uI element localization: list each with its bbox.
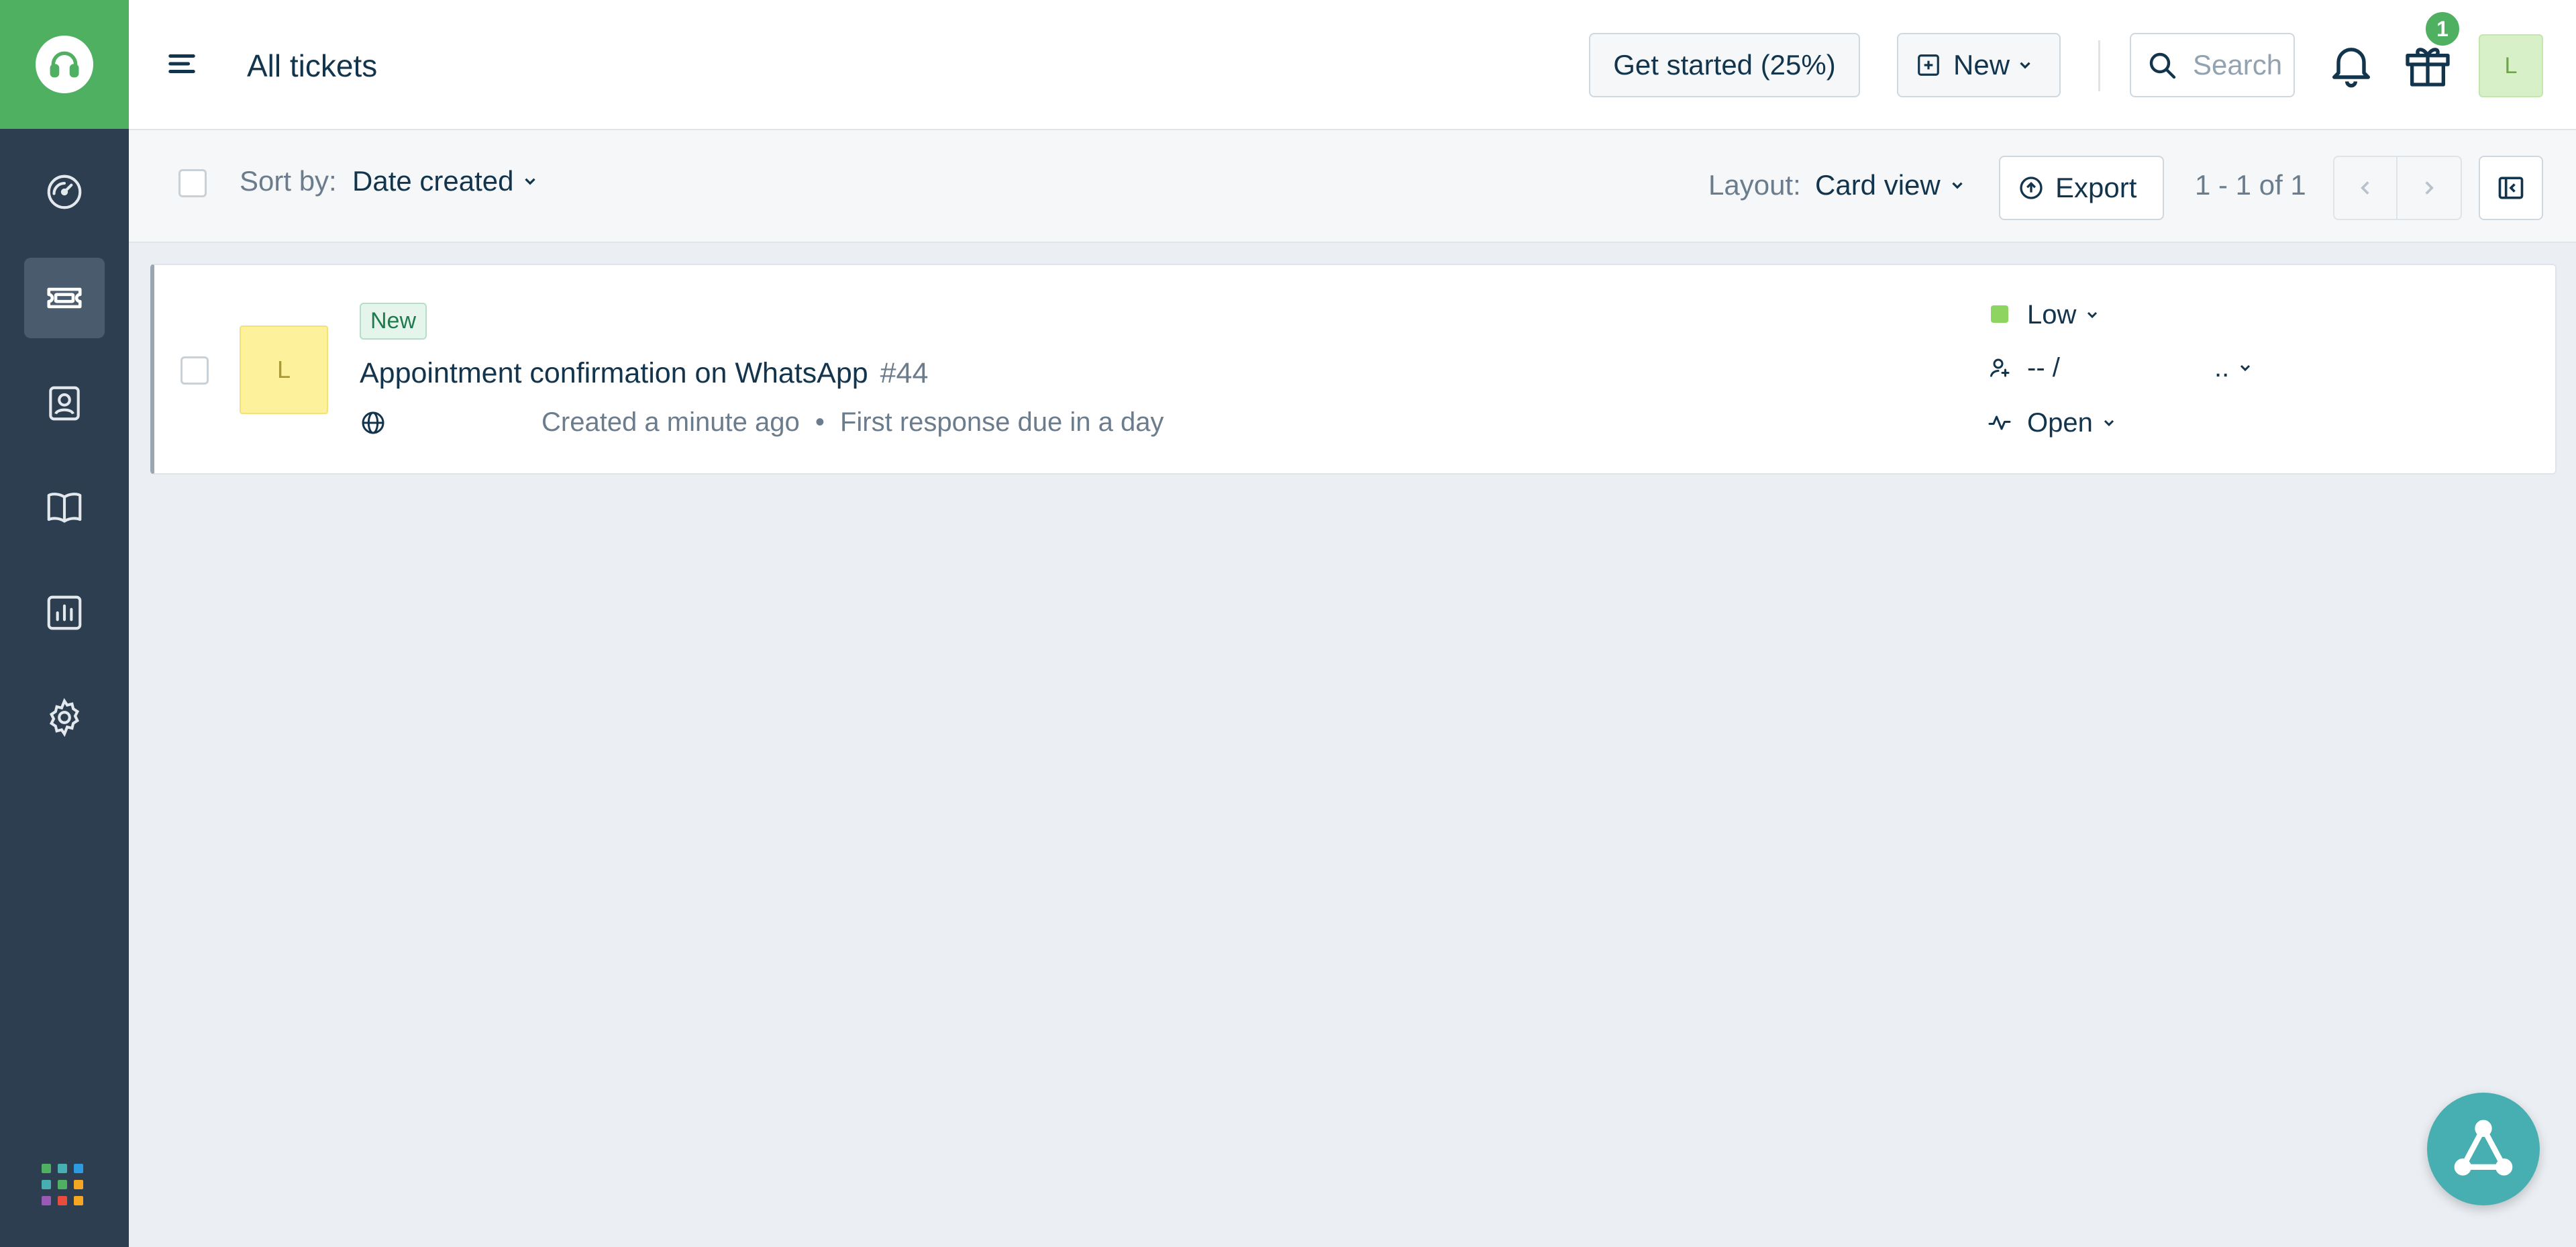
tickets-icon bbox=[47, 287, 82, 309]
search-input[interactable]: Search bbox=[2130, 33, 2295, 97]
layout-label: Layout: bbox=[1708, 169, 1801, 201]
ticket-id: #44 bbox=[880, 357, 929, 389]
status-dropdown[interactable]: Open bbox=[2027, 405, 2117, 440]
user-avatar[interactable]: L bbox=[2479, 34, 2543, 97]
pagination-text: 1 - 1 of 1 bbox=[2195, 169, 2306, 201]
requester-avatar[interactable]: L bbox=[240, 326, 328, 414]
user-avatar-initial: L bbox=[2504, 52, 2518, 79]
get-started-label: Get started (25%) bbox=[1613, 49, 1836, 81]
requester-avatar-initial: L bbox=[276, 356, 291, 383]
priority-value: Low bbox=[2027, 300, 2077, 330]
page-title: All tickets bbox=[247, 48, 378, 83]
status-value: Open bbox=[2027, 408, 2093, 438]
chevron-down-icon bbox=[2020, 62, 2030, 69]
export-label: Export bbox=[2055, 172, 2137, 203]
sidebar-item-reports[interactable] bbox=[24, 572, 105, 653]
header-divider bbox=[2098, 40, 2100, 91]
priority-dropdown[interactable]: Low bbox=[2027, 297, 2100, 332]
chevron-right-icon bbox=[2425, 181, 2434, 195]
sidebar-item-dashboard[interactable] bbox=[24, 152, 105, 232]
network-triangle-icon bbox=[2454, 1119, 2513, 1176]
globe-icon bbox=[360, 409, 387, 436]
next-page-button[interactable] bbox=[2398, 157, 2461, 219]
layout-dropdown[interactable]: Card view bbox=[1815, 168, 1966, 203]
new-button[interactable]: New bbox=[1897, 33, 2061, 97]
ticket-meta: Created a minute ago • First response du… bbox=[542, 405, 1164, 440]
assignee-value: -- / bbox=[2027, 353, 2060, 383]
dashboard-icon bbox=[47, 174, 82, 209]
agent-assign-icon bbox=[1988, 356, 2012, 380]
bell-icon[interactable] bbox=[2326, 38, 2377, 91]
headset-icon bbox=[36, 36, 93, 93]
assistant-fab-button[interactable] bbox=[2427, 1093, 2540, 1205]
plus-square-icon bbox=[1918, 54, 1939, 76]
knowledge-base-icon bbox=[47, 493, 82, 523]
logo[interactable] bbox=[0, 0, 129, 129]
ticket-status-tag: New bbox=[360, 303, 427, 340]
layout-value: Card view bbox=[1815, 169, 1941, 201]
sidebar-item-knowledge-base[interactable] bbox=[24, 467, 105, 548]
contacts-icon bbox=[49, 386, 80, 421]
ticket-subject: Appointment confirmation on WhatsApp bbox=[360, 357, 868, 389]
collapse-panel-button[interactable] bbox=[2479, 156, 2543, 220]
chevron-down-icon bbox=[2240, 364, 2251, 372]
select-all-checkbox[interactable] bbox=[178, 169, 207, 197]
export-button[interactable]: Export bbox=[1999, 156, 2164, 220]
settings-icon bbox=[49, 698, 80, 737]
ticket-due: First response due in a day bbox=[839, 407, 1164, 437]
pagination-controls bbox=[2333, 156, 2462, 220]
ticket-select-checkbox[interactable] bbox=[181, 356, 209, 385]
reports-icon bbox=[47, 595, 82, 630]
sidebar-item-contacts[interactable] bbox=[24, 363, 105, 444]
sort-by-value: Date created bbox=[352, 165, 514, 197]
gift-badge: 1 bbox=[2423, 9, 2462, 48]
sort-by-label: Sort by: bbox=[240, 165, 337, 197]
assignee-group-value: .. bbox=[2214, 353, 2230, 383]
chevron-down-icon bbox=[525, 178, 536, 185]
activity-pulse-icon bbox=[1987, 411, 2012, 435]
prev-page-button[interactable] bbox=[2334, 157, 2398, 219]
new-button-label: New bbox=[1953, 49, 2010, 81]
search-icon bbox=[2149, 52, 2176, 79]
sidebar-item-tickets[interactable] bbox=[24, 258, 105, 338]
priority-dot bbox=[1991, 305, 2008, 323]
get-started-button[interactable]: Get started (25%) bbox=[1589, 33, 1860, 97]
chevron-down-icon bbox=[1952, 182, 1963, 189]
meta-separator: • bbox=[815, 407, 825, 437]
search-placeholder: Search bbox=[2193, 49, 2283, 81]
ticket-created: Created a minute ago bbox=[542, 407, 800, 437]
sidebar-item-settings[interactable] bbox=[24, 677, 105, 758]
apps-grid-icon[interactable] bbox=[42, 1164, 86, 1208]
assignee-group-dropdown[interactable]: .. bbox=[2214, 350, 2253, 385]
assignee-dropdown[interactable]: -- / bbox=[2027, 350, 2060, 385]
sidebar-collapse-icon bbox=[2498, 177, 2524, 199]
chevron-down-icon bbox=[2088, 311, 2098, 319]
chevron-down-icon bbox=[2104, 419, 2114, 427]
ticket-subject-line[interactable]: Appointment confirmation on WhatsApp #44 bbox=[360, 354, 928, 392]
chevron-left-icon bbox=[2361, 181, 2369, 195]
sidebar bbox=[0, 0, 129, 1247]
upload-circle-icon bbox=[2020, 177, 2043, 199]
sort-by-dropdown[interactable]: Date created bbox=[352, 164, 539, 199]
menu-toggle-icon[interactable] bbox=[166, 48, 197, 81]
